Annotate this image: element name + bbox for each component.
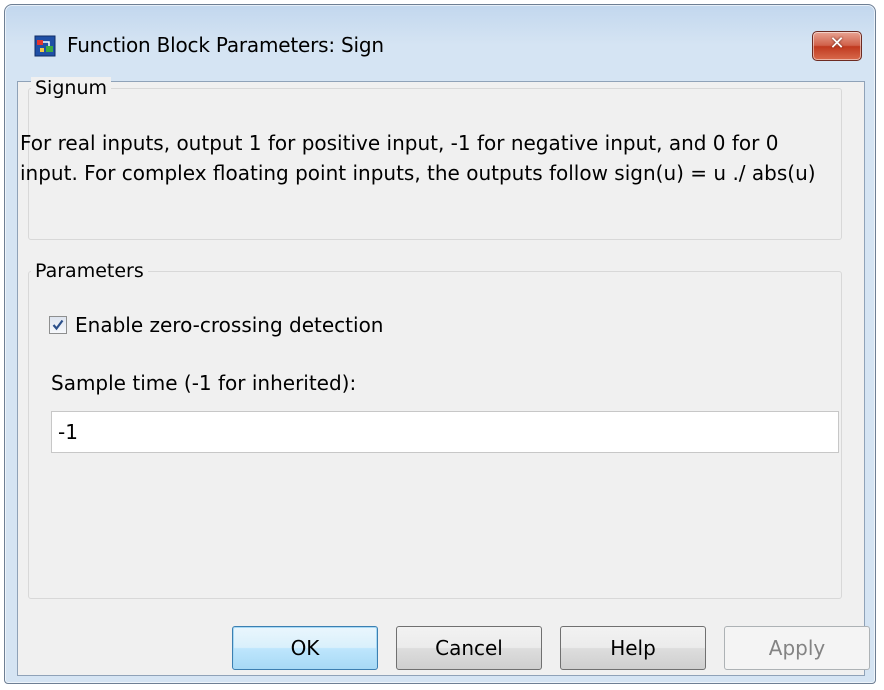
signum-description: For real inputs, output 1 for positive i…	[20, 131, 816, 185]
zero-crossing-label[interactable]: Enable zero-crossing detection	[75, 313, 384, 337]
ok-button[interactable]: OK	[232, 626, 378, 670]
sample-time-label: Sample time (-1 for inherited):	[51, 371, 357, 395]
apply-button[interactable]: Apply	[724, 626, 870, 670]
close-icon: ✕	[829, 33, 845, 54]
parameters-group-title: Parameters	[31, 260, 148, 282]
checkmark-icon	[52, 319, 64, 331]
simulink-app-icon	[34, 35, 56, 57]
title-bar[interactable]: Function Block Parameters: Sign ✕	[5, 5, 875, 81]
sample-time-input[interactable]	[51, 411, 839, 453]
help-button[interactable]: Help	[560, 626, 706, 670]
signum-group-title: Signum	[31, 77, 111, 99]
close-button[interactable]: ✕	[812, 31, 862, 61]
window-title: Function Block Parameters: Sign	[67, 33, 384, 57]
zero-crossing-checkbox[interactable]	[49, 316, 67, 334]
cancel-button[interactable]: Cancel	[396, 626, 542, 670]
